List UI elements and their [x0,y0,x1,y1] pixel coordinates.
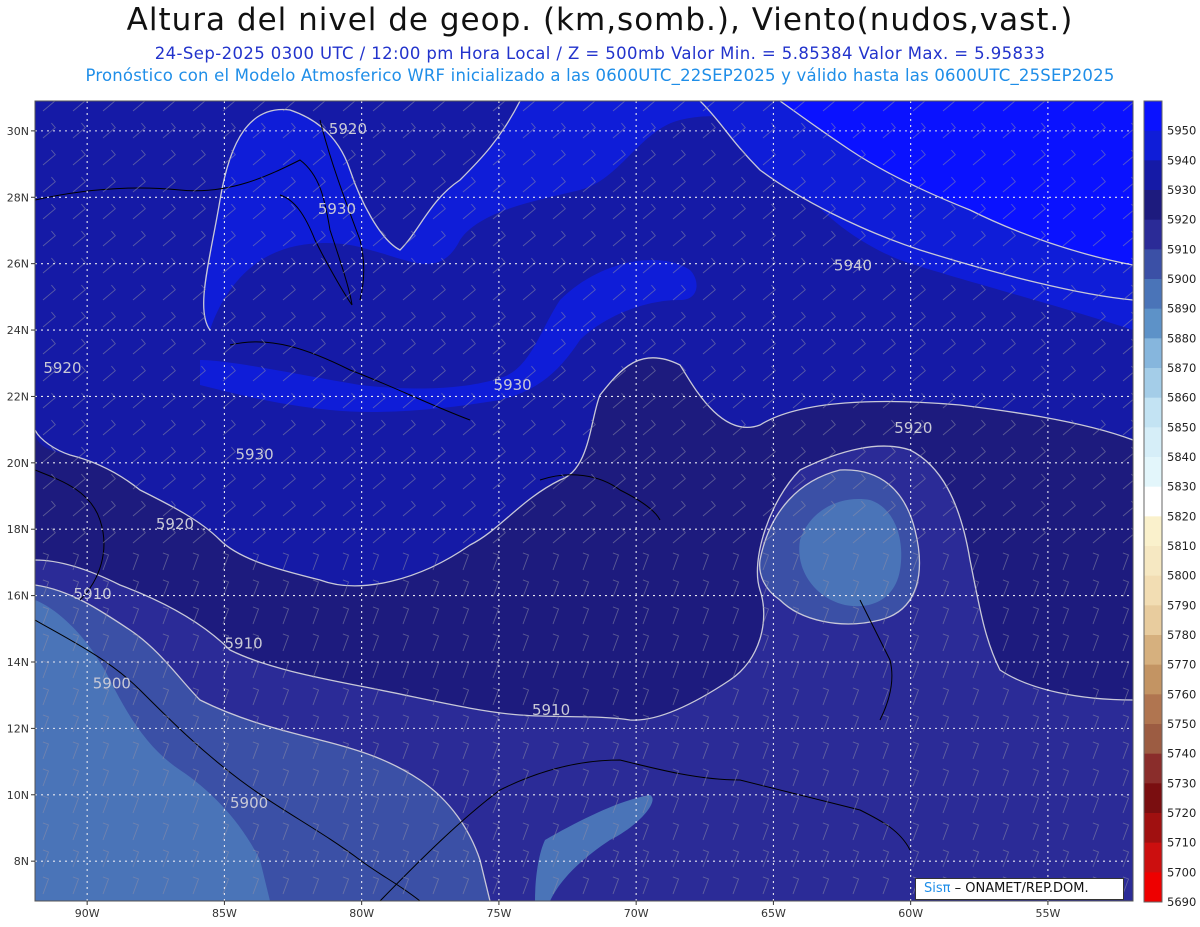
contour-label: 5910 [532,701,570,719]
lat-label: 8N [14,855,29,868]
colorbar-swatch [1144,516,1162,547]
lat-label: 22N [7,390,29,403]
colorbar-label: 5930 [1167,183,1196,197]
contour-label: 5910 [74,585,112,603]
lon-label: 85W [212,907,237,920]
colorbar-label: 5860 [1167,391,1196,405]
colorbar-swatch [1144,842,1162,873]
colorbar-swatch [1144,457,1162,488]
colorbar-label: 5920 [1167,213,1196,227]
longitude-axis: 90W 85W 80W 75W 70W 65W 60W 55W [75,901,1060,920]
colorbar-label: 5890 [1167,302,1196,316]
lat-label: 10N [7,789,29,802]
contour-label: 5930 [236,446,274,464]
colorbar-swatch [1144,753,1162,784]
colorbar: 5950 5940 5930 5920 5910 5900 5890 5880 5870 5860… [1143,100,1196,909]
weather-map: 5920 5930 5940 5920 5930 5920 5930 5920 5910 5910… [7,100,1196,920]
sispi-logo: Sisπ [924,881,951,896]
colorbar-label: 5700 [1167,865,1196,879]
colorbar-swatch [1144,486,1162,517]
colorbar-swatch [1144,397,1162,428]
colorbar-label: 5810 [1167,539,1196,553]
colorbar-swatch [1144,338,1162,369]
contour-label: 5920 [894,419,932,437]
colorbar-swatch [1144,279,1162,310]
colorbar-label: 5800 [1167,569,1196,583]
lat-label: 14N [7,656,29,669]
colorbar-label: 5710 [1167,836,1196,850]
lat-label: 26N [7,258,29,271]
colorbar-swatch [1144,575,1162,606]
colorbar-label: 5940 [1167,153,1196,167]
credit-badge: Sisπ – ONAMET/REP.DOM. [915,878,1124,900]
lat-label: 30N [7,125,29,138]
contour-label: 5940 [834,256,872,274]
colorbar-label: 5740 [1167,747,1196,761]
lon-label: 60W [898,907,923,920]
colorbar-swatch [1144,872,1162,903]
colorbar-swatch [1144,664,1162,695]
colorbar-label: 5720 [1167,806,1196,820]
colorbar-label: 5840 [1167,450,1196,464]
lon-label: 75W [486,907,511,920]
colorbar-swatch [1144,101,1162,132]
colorbar-swatch [1144,190,1162,221]
credit-text: – ONAMET/REP.DOM. [950,881,1089,896]
contour-label: 5900 [93,675,131,693]
colorbar-label: 5770 [1167,658,1196,672]
colorbar-swatch [1144,605,1162,636]
colorbar-swatch [1144,635,1162,666]
colorbar-swatch [1144,130,1162,161]
colorbar-label: 5730 [1167,776,1196,790]
colorbar-swatch [1144,546,1162,577]
contour-label: 5910 [225,635,263,653]
contour-label: 5930 [494,376,532,394]
colorbar-label: 5790 [1167,598,1196,612]
lat-label: 20N [7,457,29,470]
colorbar-label: 5870 [1167,361,1196,375]
contour-label: 5920 [156,515,194,533]
colorbar-swatch [1144,783,1162,814]
contour-label: 5930 [318,200,356,218]
colorbar-swatch [1144,694,1162,725]
colorbar-swatch [1144,249,1162,280]
colorbar-swatch [1144,813,1162,844]
colorbar-label: 5950 [1167,124,1196,138]
colorbar-label: 5830 [1167,480,1196,494]
contour-label: 5900 [230,794,268,812]
colorbar-label: 5760 [1167,687,1196,701]
colorbar-label: 5820 [1167,509,1196,523]
lon-label: 65W [761,907,786,920]
map-plot-area: 5920 5930 5940 5920 5930 5920 5930 5920 5910 5910… [35,101,1133,901]
lat-label: 18N [7,523,29,536]
colorbar-label: 5750 [1167,717,1196,731]
lon-label: 70W [624,907,649,920]
colorbar-label: 5880 [1167,331,1196,345]
lat-label: 28N [7,191,29,204]
colorbar-label: 5780 [1167,628,1196,642]
lat-label: 24N [7,324,29,337]
lat-label: 12N [7,722,29,735]
colorbar-label: 5910 [1167,242,1196,256]
colorbar-swatch [1144,160,1162,191]
colorbar-label: 5850 [1167,420,1196,434]
colorbar-swatch [1144,219,1162,250]
colorbar-swatch [1144,308,1162,339]
contour-label: 5920 [329,120,367,138]
colorbar-swatch [1144,427,1162,458]
latitude-axis: 30N 28N 26N 24N 22N 20N 18N 16N 14N 12N 10N 8N [7,125,35,868]
lon-label: 80W [349,907,374,920]
lon-label: 90W [75,907,100,920]
lon-label: 55W [1035,907,1060,920]
colorbar-swatch [1144,724,1162,755]
contour-label: 5920 [43,359,81,377]
colorbar-label: 5900 [1167,272,1196,286]
lat-label: 16N [7,590,29,603]
colorbar-swatch [1144,368,1162,399]
colorbar-label: 5690 [1167,895,1196,909]
